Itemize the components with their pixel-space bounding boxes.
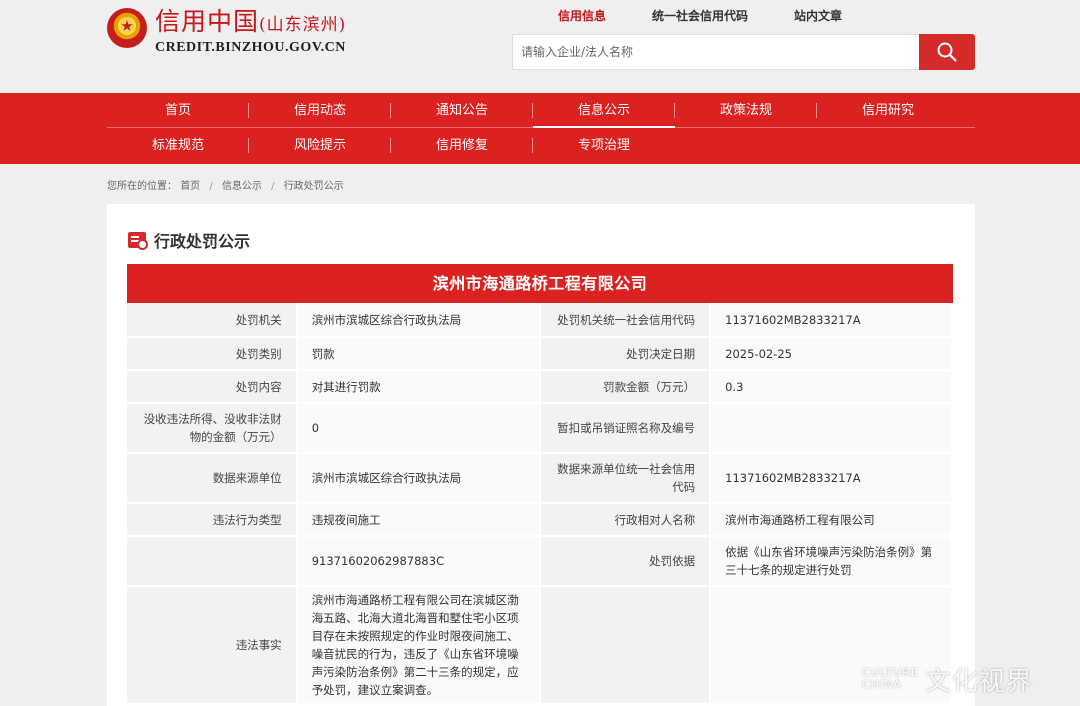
table-row: 数据来源单位 滨州市滨城区综合行政执法局 数据来源单位统一社会信用代码 1137… <box>127 453 953 504</box>
nav-item-credit-research[interactable]: 信用研究 <box>817 93 959 128</box>
table-value: 依据《山东省环境噪声污染防治条例》第三十七条的规定进行处罚 <box>710 536 953 587</box>
table-value: 0.3 <box>710 370 953 404</box>
table-label: 处罚类别 <box>127 337 298 371</box>
table-value: 2025-02-25 <box>710 337 953 371</box>
table-label: 暂扣或吊销证照名称及编号 <box>540 403 712 454</box>
breadcrumb: 您所在的位置： 首页 / 信息公示 / 行政处罚公示 <box>107 181 344 192</box>
top-link-site-articles[interactable]: 站内文章 <box>794 7 842 24</box>
table-label: 处罚机关统一社会信用代码 <box>540 303 712 338</box>
logo-region: (山东滨州) <box>259 15 347 35</box>
table-value: 91371602062987883C <box>296 536 542 587</box>
nav-row-1: 首页 信用动态 通知公告 信息公示 政策法规 信用研究 <box>107 93 975 128</box>
breadcrumb-home[interactable]: 首页 <box>180 181 200 192</box>
breadcrumb-current: 行政处罚公示 <box>283 181 344 192</box>
main-nav: 首页 信用动态 通知公告 信息公示 政策法规 信用研究 标准规范 风险提示 信用… <box>0 93 1080 164</box>
nav-item-credit-repair[interactable]: 信用修复 <box>391 128 533 163</box>
table-label: 违法事实 <box>127 586 298 705</box>
nav-item-credit-news[interactable]: 信用动态 <box>249 93 391 128</box>
top-link-unified-code[interactable]: 统一社会信用代码 <box>652 7 748 24</box>
nav-item-risk-alerts[interactable]: 风险提示 <box>249 128 391 163</box>
table-value: 滨州市滨城区综合行政执法局 <box>296 303 542 338</box>
search-button[interactable] <box>919 34 975 70</box>
table-row: 违法行为类型 违规夜间施工 行政相对人名称 滨州市海通路桥工程有限公司 <box>127 503 953 537</box>
breadcrumb-info-disclosure[interactable]: 信息公示 <box>222 181 262 192</box>
table-value: 罚款 <box>296 337 542 371</box>
table-value <box>710 403 953 454</box>
document-icon <box>128 232 148 250</box>
page-title-text: 行政处罚公示 <box>154 232 251 251</box>
top-link-credit-info[interactable]: 信用信息 <box>558 7 606 24</box>
table-row: 违法事实 滨州市海通路桥工程有限公司在滨城区渤海五路、北海大道北海晋和墅住宅小区… <box>127 586 953 705</box>
table-label: 数据来源单位统一社会信用代码 <box>540 453 712 504</box>
table-row: 处罚机关 滨州市滨城区综合行政执法局 处罚机关统一社会信用代码 11371602… <box>127 303 953 338</box>
nav-item-special-governance[interactable]: 专项治理 <box>533 128 675 163</box>
table-label: 行政相对人名称 <box>540 503 712 537</box>
table-label: 处罚依据 <box>540 536 712 587</box>
nav-item-policies[interactable]: 政策法规 <box>675 93 817 128</box>
table-row: 处罚类别 罚款 处罚决定日期 2025-02-25 <box>127 337 953 371</box>
nav-item-standards[interactable]: 标准规范 <box>107 128 249 163</box>
table-label: 处罚机关 <box>127 303 298 338</box>
site-header: 信用中国(山东滨州) CREDIT.BINZHOU.GOV.CN 信用信息 统一… <box>0 0 1080 93</box>
nav-item-home[interactable]: 首页 <box>107 93 249 128</box>
content-panel: 行政处罚公示 滨州市海通路桥工程有限公司 处罚机关 滨州市滨城区综合行政执法局 … <box>107 204 975 706</box>
nav-item-info-disclosure[interactable]: 信息公示 <box>533 93 675 128</box>
top-links: 信用信息 统一社会信用代码 站内文章 <box>558 7 888 24</box>
watermark-latin-bottom: CHINA <box>862 678 902 691</box>
search-input[interactable] <box>512 34 919 70</box>
table-label: 处罚内容 <box>127 370 298 404</box>
table-label: 处罚决定日期 <box>540 337 712 371</box>
culture-china-watermark: CULTURE CHINA 文化视界 <box>862 658 1072 700</box>
table-value: 违规夜间施工 <box>296 503 542 537</box>
table-row: 没收违法所得、没收非法财物的金额（万元） 0 暂扣或吊销证照名称及编号 <box>127 403 953 454</box>
table-value: 对其进行罚款 <box>296 370 542 404</box>
breadcrumb-prefix: 您所在的位置： <box>107 181 177 192</box>
table-row: 91371602062987883C 处罚依据 依据《山东省环境噪声污染防治条例… <box>127 536 953 587</box>
table-value: 0 <box>296 403 542 454</box>
table-value: 滨州市滨城区综合行政执法局 <box>296 453 542 504</box>
table-value: 滨州市海通路桥工程有限公司 <box>710 503 953 537</box>
table-value: 滨州市海通路桥工程有限公司在滨城区渤海五路、北海大道北海晋和墅住宅小区项目存在未… <box>296 586 542 705</box>
table-label <box>540 586 712 705</box>
nav-row-2: 标准规范 风险提示 信用修复 专项治理 <box>107 128 975 163</box>
watermark-cn: 文化视界 <box>924 666 1033 697</box>
search-icon <box>937 42 957 62</box>
search-bar <box>512 34 975 70</box>
table-value: 11371602MB2833217A <box>710 453 953 504</box>
penalty-info-table: 处罚机关 滨州市滨城区综合行政执法局 处罚机关统一社会信用代码 11371602… <box>127 303 953 705</box>
table-label: 罚款金额（万元） <box>540 370 712 404</box>
table-label <box>127 536 298 587</box>
logo-url: CREDIT.BINZHOU.GOV.CN <box>155 40 346 55</box>
nav-item-notices[interactable]: 通知公告 <box>391 93 533 128</box>
national-emblem-icon <box>107 8 147 48</box>
logo-title: 信用中国(山东滨州) <box>155 7 347 36</box>
table-label: 数据来源单位 <box>127 453 298 504</box>
table-row: 处罚内容 对其进行罚款 罚款金额（万元） 0.3 <box>127 370 953 404</box>
page-title: 行政处罚公示 <box>128 228 250 252</box>
company-name-bar: 滨州市海通路桥工程有限公司 <box>127 264 953 303</box>
table-label: 没收违法所得、没收非法财物的金额（万元） <box>127 403 298 454</box>
site-logo[interactable]: 信用中国(山东滨州) CREDIT.BINZHOU.GOV.CN <box>107 7 346 56</box>
table-value: 11371602MB2833217A <box>710 303 953 338</box>
table-label: 违法行为类型 <box>127 503 298 537</box>
